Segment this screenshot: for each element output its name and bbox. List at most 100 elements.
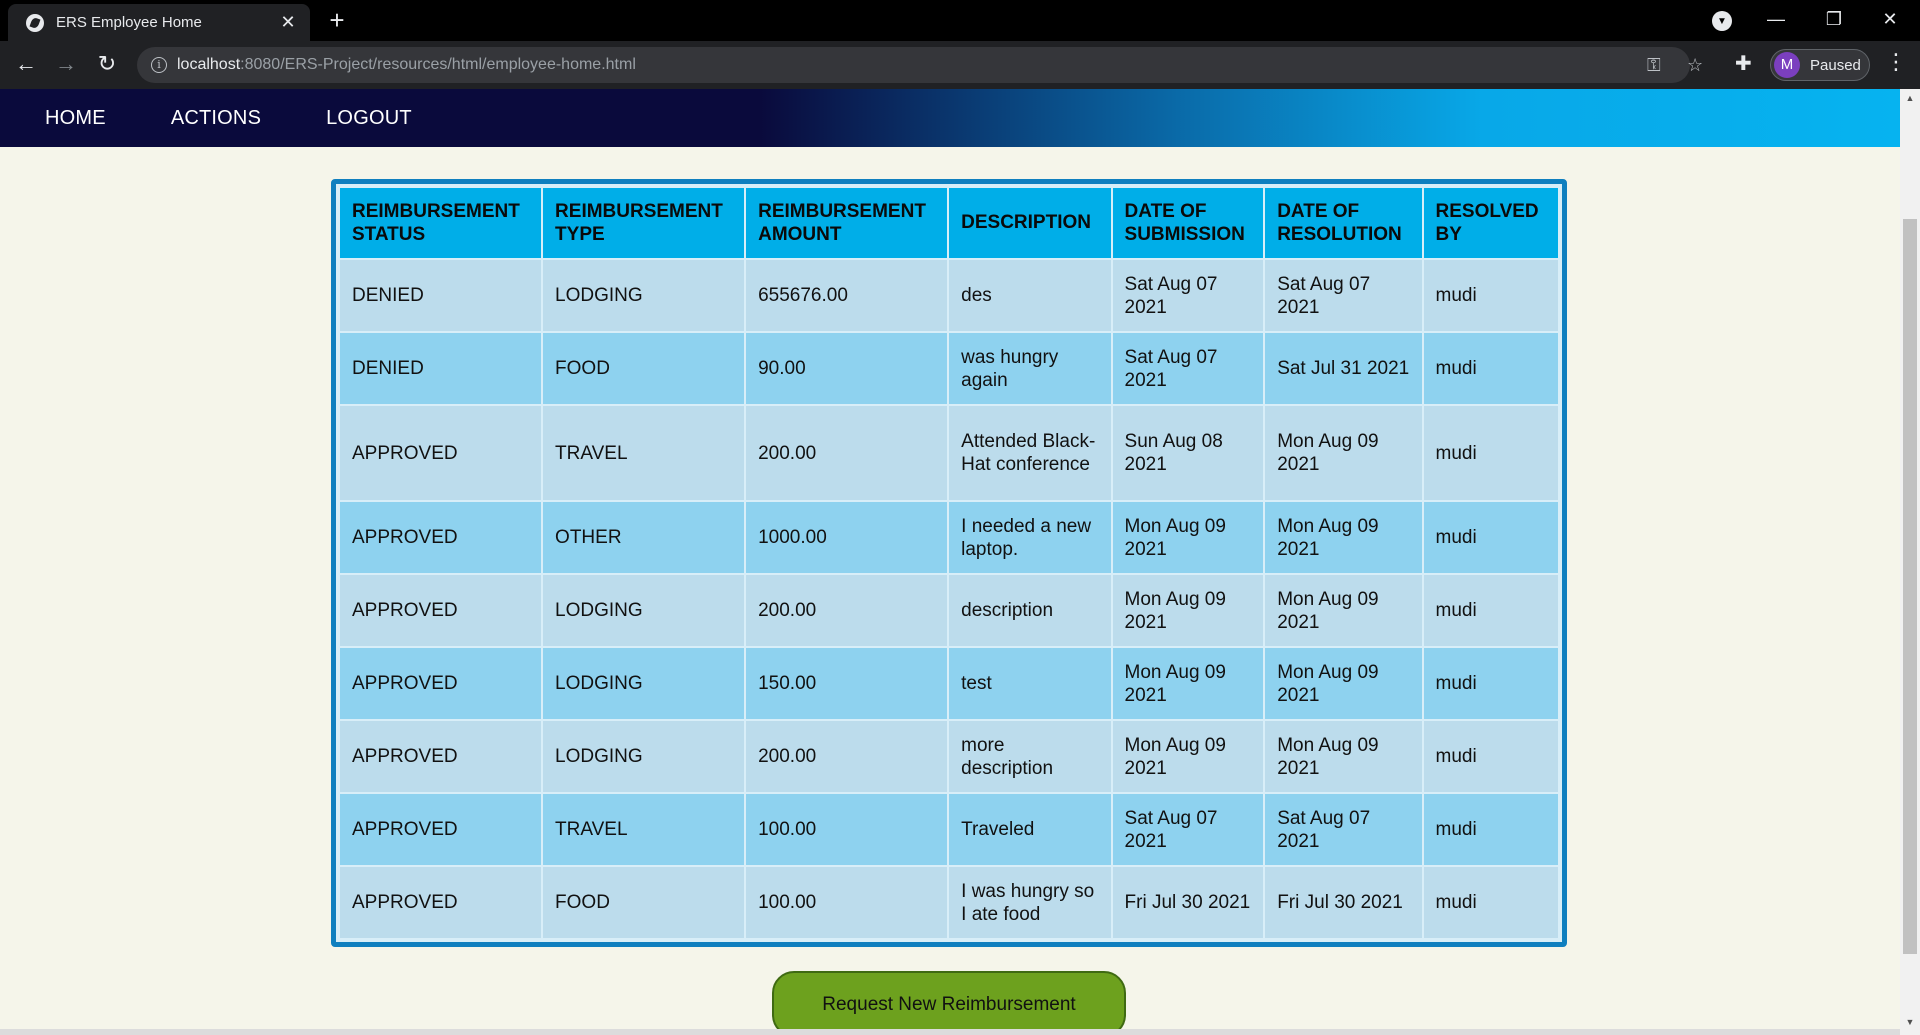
- url-text[interactable]: localhost:8080/ERS-Project/resources/htm…: [177, 56, 636, 74]
- cell-description: I needed a new laptop.: [949, 502, 1111, 573]
- scroll-down-icon[interactable]: ▼: [1900, 1017, 1920, 1027]
- nav-logout[interactable]: LOGOUT: [326, 107, 412, 130]
- cell-date-submission: Mon Aug 09 2021: [1112, 721, 1264, 792]
- cell-resolved-by: mudi: [1423, 502, 1558, 573]
- cell-amount: 1000.00: [746, 502, 948, 573]
- table-row: APPROVED FOOD 100.00 I was hungry so I a…: [340, 867, 1558, 938]
- cell-resolved-by: mudi: [1423, 575, 1558, 646]
- table-header-row: REIMBURSEMENT STATUS REIMBURSEMENT TYPE …: [340, 188, 1558, 258]
- cell-date-resolution: Mon Aug 09 2021: [1265, 721, 1422, 792]
- site-info-icon[interactable]: i: [151, 57, 167, 73]
- cell-amount: 200.00: [746, 721, 948, 792]
- star-icon[interactable]: ☆: [1687, 55, 1703, 76]
- close-tab-icon[interactable]: ✕: [278, 12, 298, 33]
- cell-resolved-by: mudi: [1423, 260, 1558, 331]
- browser-tabstrip: ERS Employee Home ✕ + ▼ — ❐ ✕: [0, 0, 1920, 41]
- vertical-scrollbar[interactable]: ▲ ▼: [1900, 89, 1920, 1035]
- address-bar[interactable]: i localhost:8080/ERS-Project/resources/h…: [137, 47, 1703, 83]
- cell-resolved-by: mudi: [1423, 794, 1558, 865]
- header-status: REIMBURSEMENT STATUS: [340, 188, 542, 258]
- cell-status: APPROVED: [340, 648, 542, 719]
- avatar: M: [1774, 52, 1800, 78]
- cell-date-submission: Sat Aug 07 2021: [1112, 260, 1264, 331]
- profile-status: Paused: [1810, 56, 1861, 74]
- back-icon[interactable]: ←: [10, 49, 42, 81]
- table-row: APPROVED TRAVEL 100.00 Traveled Sat Aug …: [340, 794, 1558, 865]
- cell-date-submission: Sun Aug 08 2021: [1112, 406, 1264, 500]
- cell-resolved-by: mudi: [1423, 867, 1558, 938]
- scroll-up-icon[interactable]: ▲: [1900, 93, 1920, 103]
- profile-button[interactable]: M Paused: [1770, 49, 1870, 81]
- cell-type: LODGING: [543, 260, 745, 331]
- browser-toolbar: ← → ↻ i localhost:8080/ERS-Project/resou…: [0, 41, 1920, 89]
- cell-status: DENIED: [340, 260, 542, 331]
- cell-amount: 150.00: [746, 648, 948, 719]
- extensions-puzzle-icon[interactable]: ✚: [1735, 51, 1752, 76]
- forward-icon[interactable]: →: [50, 49, 82, 81]
- cell-amount: 100.00: [746, 867, 948, 938]
- globe-icon: [26, 13, 44, 32]
- cell-date-submission: Mon Aug 09 2021: [1112, 575, 1264, 646]
- cell-description: more description: [949, 721, 1111, 792]
- cell-description: Attended Black-Hat conference: [949, 406, 1111, 500]
- cell-date-resolution: Sat Aug 07 2021: [1265, 794, 1422, 865]
- cell-resolved-by: mudi: [1423, 648, 1558, 719]
- cell-resolved-by: mudi: [1423, 721, 1558, 792]
- cell-date-submission: Mon Aug 09 2021: [1112, 648, 1264, 719]
- scrollbar-thumb[interactable]: [1903, 219, 1917, 954]
- cell-description: Traveled: [949, 794, 1111, 865]
- cell-amount: 655676.00: [746, 260, 948, 331]
- header-amount: REIMBURSEMENT AMOUNT: [746, 188, 948, 258]
- cell-amount: 200.00: [746, 575, 948, 646]
- cell-description: test: [949, 648, 1111, 719]
- reimbursements-table-container: REIMBURSEMENT STATUS REIMBURSEMENT TYPE …: [331, 179, 1567, 947]
- cell-status: APPROVED: [340, 502, 542, 573]
- minimize-icon[interactable]: —: [1748, 0, 1804, 41]
- horizontal-scrollbar[interactable]: [0, 1029, 1900, 1035]
- header-date-resolution: DATE OF RESOLUTION: [1265, 188, 1422, 258]
- restore-icon[interactable]: ❐: [1806, 0, 1862, 41]
- nav-actions[interactable]: ACTIONS: [171, 107, 261, 130]
- cell-date-submission: Mon Aug 09 2021: [1112, 502, 1264, 573]
- key-icon[interactable]: ⚿: [1647, 55, 1661, 76]
- cell-type: LODGING: [543, 648, 745, 719]
- table-row: DENIED FOOD 90.00 was hungry again Sat A…: [340, 333, 1558, 404]
- cell-date-resolution: Mon Aug 09 2021: [1265, 406, 1422, 500]
- cell-resolved-by: mudi: [1423, 333, 1558, 404]
- close-window-icon[interactable]: ✕: [1862, 0, 1918, 41]
- cell-date-resolution: Mon Aug 09 2021: [1265, 648, 1422, 719]
- table-row: DENIED LODGING 655676.00 des Sat Aug 07 …: [340, 260, 1558, 331]
- cell-description: I was hungry so I ate food: [949, 867, 1111, 938]
- cell-amount: 90.00: [746, 333, 948, 404]
- cell-date-resolution: Mon Aug 09 2021: [1265, 502, 1422, 573]
- cell-amount: 200.00: [746, 406, 948, 500]
- cell-status: APPROVED: [340, 867, 542, 938]
- request-new-reimbursement-button[interactable]: Request New Reimbursement: [772, 971, 1126, 1035]
- header-date-submission: DATE OF SUBMISSION: [1112, 188, 1264, 258]
- cell-date-resolution: Sat Aug 07 2021: [1265, 260, 1422, 331]
- cell-date-submission: Sat Aug 07 2021: [1112, 794, 1264, 865]
- reload-icon[interactable]: ↻: [91, 49, 123, 81]
- cell-type: FOOD: [543, 333, 745, 404]
- tab-title: ERS Employee Home: [56, 14, 202, 31]
- cell-resolved-by: mudi: [1423, 406, 1558, 500]
- browser-menu-icon[interactable]: ⋮: [1885, 49, 1907, 75]
- cell-status: APPROVED: [340, 794, 542, 865]
- table-row: APPROVED LODGING 200.00 description Mon …: [340, 575, 1558, 646]
- site-navbar: HOME ACTIONS LOGOUT: [0, 89, 1900, 147]
- tab-search-icon[interactable]: ▼: [1712, 11, 1732, 31]
- cell-date-submission: Fri Jul 30 2021: [1112, 867, 1264, 938]
- table-row: APPROVED LODGING 200.00 more description…: [340, 721, 1558, 792]
- browser-tab[interactable]: ERS Employee Home ✕: [8, 4, 310, 41]
- cell-type: OTHER: [543, 502, 745, 573]
- cell-date-resolution: Sat Jul 31 2021: [1265, 333, 1422, 404]
- cell-description: description: [949, 575, 1111, 646]
- nav-home[interactable]: HOME: [45, 107, 106, 130]
- cell-type: LODGING: [543, 575, 745, 646]
- table-row: APPROVED TRAVEL 200.00 Attended Black-Ha…: [340, 406, 1558, 500]
- new-tab-icon[interactable]: +: [322, 6, 352, 36]
- cell-date-resolution: Fri Jul 30 2021: [1265, 867, 1422, 938]
- header-description: DESCRIPTION: [949, 188, 1111, 258]
- cell-type: TRAVEL: [543, 406, 745, 500]
- header-type: REIMBURSEMENT TYPE: [543, 188, 745, 258]
